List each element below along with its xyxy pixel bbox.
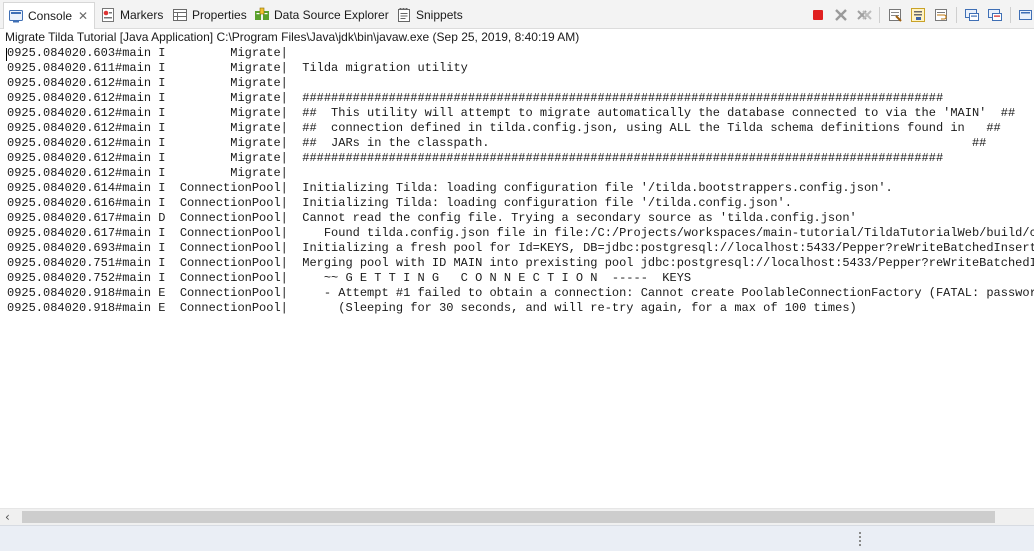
console-line: 0925.084020.693#main I ConnectionPool| I…	[7, 241, 1034, 255]
tab-markers[interactable]: Markers	[100, 4, 163, 26]
console-line: 0925.084020.612#main I Migrate| ########…	[7, 91, 944, 105]
console-line: 0925.084020.918#main E ConnectionPool| -…	[7, 286, 1034, 300]
tab-properties[interactable]: Properties	[172, 4, 247, 26]
status-bar	[0, 525, 1034, 551]
toolbar-separator	[956, 7, 957, 23]
console-line: 0925.084020.612#main I Migrate|	[7, 76, 288, 90]
console-output[interactable]: 0925.084020.603#main I Migrate| 0925.0840…	[0, 46, 1034, 508]
console-icon	[8, 8, 24, 24]
console-line: 0925.084020.752#main I ConnectionPool| ~…	[7, 271, 692, 285]
data-source-explorer-icon	[254, 7, 270, 23]
scroll-lock-icon[interactable]	[910, 7, 926, 23]
console-line: 0925.084020.603#main I Migrate|	[7, 46, 288, 60]
markers-icon	[100, 7, 116, 23]
console-line: 0925.084020.612#main I Migrate| ## conne…	[7, 121, 1001, 135]
console-text: 0925.084020.603#main I Migrate| 0925.0840…	[0, 46, 1034, 316]
console-line: 0925.084020.751#main I ConnectionPool| M…	[7, 256, 1034, 270]
console-line: 0925.084020.614#main I ConnectionPool| I…	[7, 181, 893, 195]
toolbar-separator	[879, 7, 880, 23]
console-line: 0925.084020.611#main I Migrate| Tilda mi…	[7, 61, 468, 75]
toolbar-separator	[1010, 7, 1011, 23]
tab-label: Snippets	[416, 8, 463, 22]
tab-label: Markers	[120, 8, 164, 22]
console-line: 0925.084020.617#main D ConnectionPool| C…	[7, 211, 857, 225]
tab-label: Data Source Explorer	[274, 8, 389, 22]
terminate-icon[interactable]	[810, 7, 826, 23]
tab-console[interactable]: Console ✕	[3, 2, 96, 29]
close-icon[interactable]: ✕	[78, 9, 88, 23]
show-console-on-error-icon[interactable]	[987, 7, 1003, 23]
scroll-left-icon[interactable]: ‹	[5, 510, 10, 524]
open-console-icon[interactable]	[1018, 7, 1034, 23]
console-line: 0925.084020.612#main I Migrate| ########…	[7, 151, 944, 165]
word-wrap-icon[interactable]	[933, 7, 949, 23]
console-line: 0925.084020.612#main I Migrate|	[7, 166, 288, 180]
show-console-on-output-icon[interactable]	[964, 7, 980, 23]
text-caret	[6, 48, 7, 61]
remove-all-terminated-icon[interactable]	[856, 7, 872, 23]
console-line: 0925.084020.617#main I ConnectionPool| F…	[7, 226, 1034, 240]
console-toolbar	[803, 6, 1034, 24]
snippets-icon	[396, 7, 412, 23]
console-line: 0925.084020.612#main I Migrate| ## JARs …	[7, 136, 987, 150]
tab-snippets[interactable]: Snippets	[396, 4, 463, 26]
tab-label: Properties	[192, 8, 247, 22]
console-line: 0925.084020.616#main I ConnectionPool| I…	[7, 196, 792, 210]
console-line: 0925.084020.612#main I Migrate| ## This …	[7, 106, 1016, 120]
console-line: 0925.084020.918#main E ConnectionPool| (…	[7, 301, 857, 315]
launch-description: Migrate Tilda Tutorial [Java Application…	[5, 30, 580, 44]
horizontal-scrollbar[interactable]: ‹	[0, 508, 1034, 525]
tab-label: Console	[28, 9, 73, 23]
scrollbar-thumb[interactable]	[22, 511, 995, 523]
remove-launch-icon[interactable]	[833, 7, 849, 23]
view-tab-bar: Console ✕ Markers Properties Data Source…	[0, 0, 1034, 29]
clear-console-icon[interactable]	[887, 7, 903, 23]
tab-data-source-explorer[interactable]: Data Source Explorer	[254, 4, 389, 26]
properties-icon	[172, 7, 188, 23]
status-bar-grip[interactable]	[859, 532, 861, 548]
